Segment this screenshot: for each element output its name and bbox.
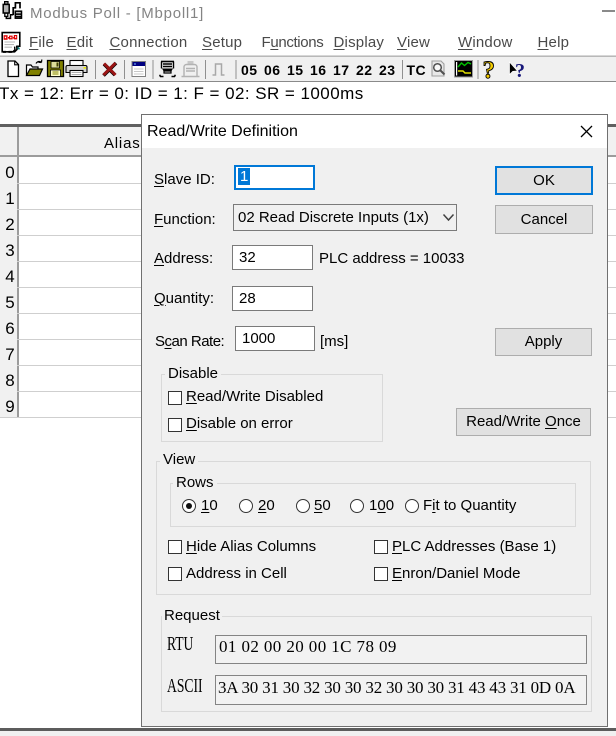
svg-text:15: 15 (287, 62, 304, 78)
svg-text:06: 06 (264, 62, 281, 78)
svg-text:16: 16 (310, 62, 327, 78)
svg-text:17: 17 (333, 62, 350, 78)
svg-text:05: 05 (241, 62, 258, 78)
svg-text:?: ? (483, 57, 496, 82)
svg-text:?: ? (515, 60, 525, 82)
svg-text:23: 23 (379, 62, 396, 78)
svg-text:22: 22 (356, 62, 373, 78)
svg-text:TC: TC (407, 62, 427, 78)
